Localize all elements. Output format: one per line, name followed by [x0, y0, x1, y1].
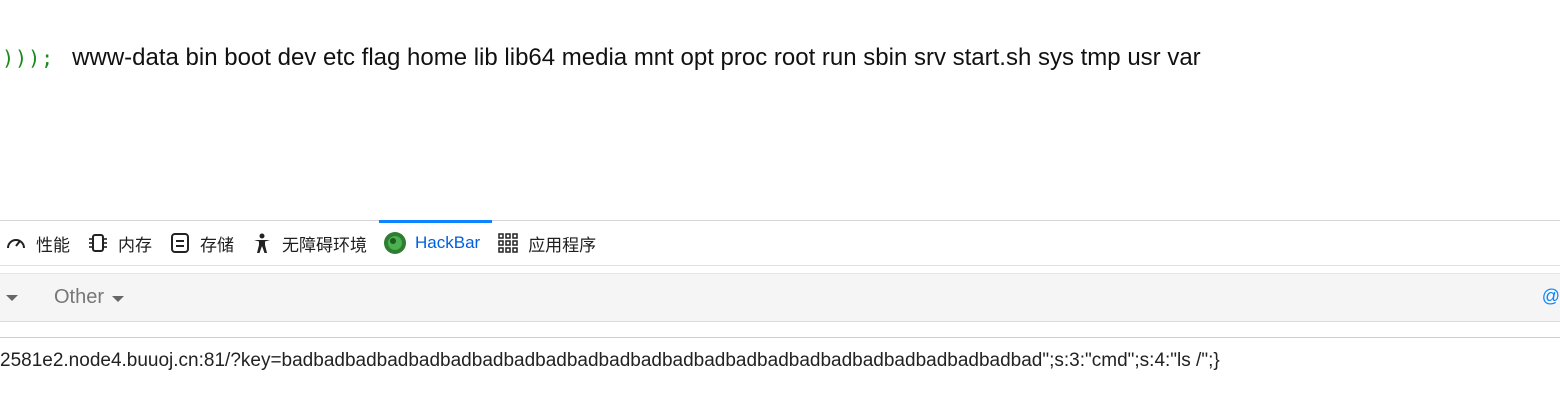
tab-label: 应用程序 [528, 235, 597, 255]
dropdown-caret-icon[interactable] [6, 294, 18, 301]
tab-hackbar[interactable]: HackBar [379, 220, 493, 265]
tab-storage[interactable]: 存储 [164, 221, 246, 265]
memory-chip-icon [86, 231, 110, 255]
other-menu-button[interactable]: Other [54, 286, 125, 309]
tab-label: 性能 [36, 235, 70, 255]
chevron-down-icon [112, 296, 125, 302]
devtools-tab-bar: 性能 内存 存储 无障碍环境 HackBar 应用程序 [0, 220, 1560, 266]
gauge-icon [4, 231, 28, 255]
accessibility-icon [250, 231, 274, 255]
other-menu-label: Other [54, 286, 105, 308]
page-output: ))); www-data bin boot dev etc flag home… [0, 36, 1560, 80]
code-tail: ))); [2, 46, 55, 70]
tab-label: 无障碍环境 [282, 235, 367, 255]
hackbar-icon [383, 231, 407, 255]
ls-output: www-data bin boot dev etc flag home lib … [72, 44, 1201, 71]
tab-application[interactable]: 应用程序 [492, 221, 608, 265]
url-value: 2581e2.node4.buuoj.cn:81/?key=badbadbadb… [0, 350, 1220, 371]
tab-label: HackBar [415, 233, 481, 252]
url-textarea[interactable]: 2581e2.node4.buuoj.cn:81/?key=badbadbadb… [0, 337, 1560, 407]
hackbar-toolbar: Other @ [0, 273, 1560, 322]
grid-icon [496, 231, 520, 255]
tab-memory[interactable]: 内存 [82, 221, 164, 265]
options-icon[interactable]: @ [1542, 286, 1560, 307]
tab-performance[interactable]: 性能 [0, 221, 82, 265]
tab-accessibility[interactable]: 无障碍环境 [246, 221, 379, 265]
tab-label: 存储 [200, 235, 234, 255]
tab-label: 内存 [118, 235, 152, 255]
storage-icon [168, 231, 192, 255]
